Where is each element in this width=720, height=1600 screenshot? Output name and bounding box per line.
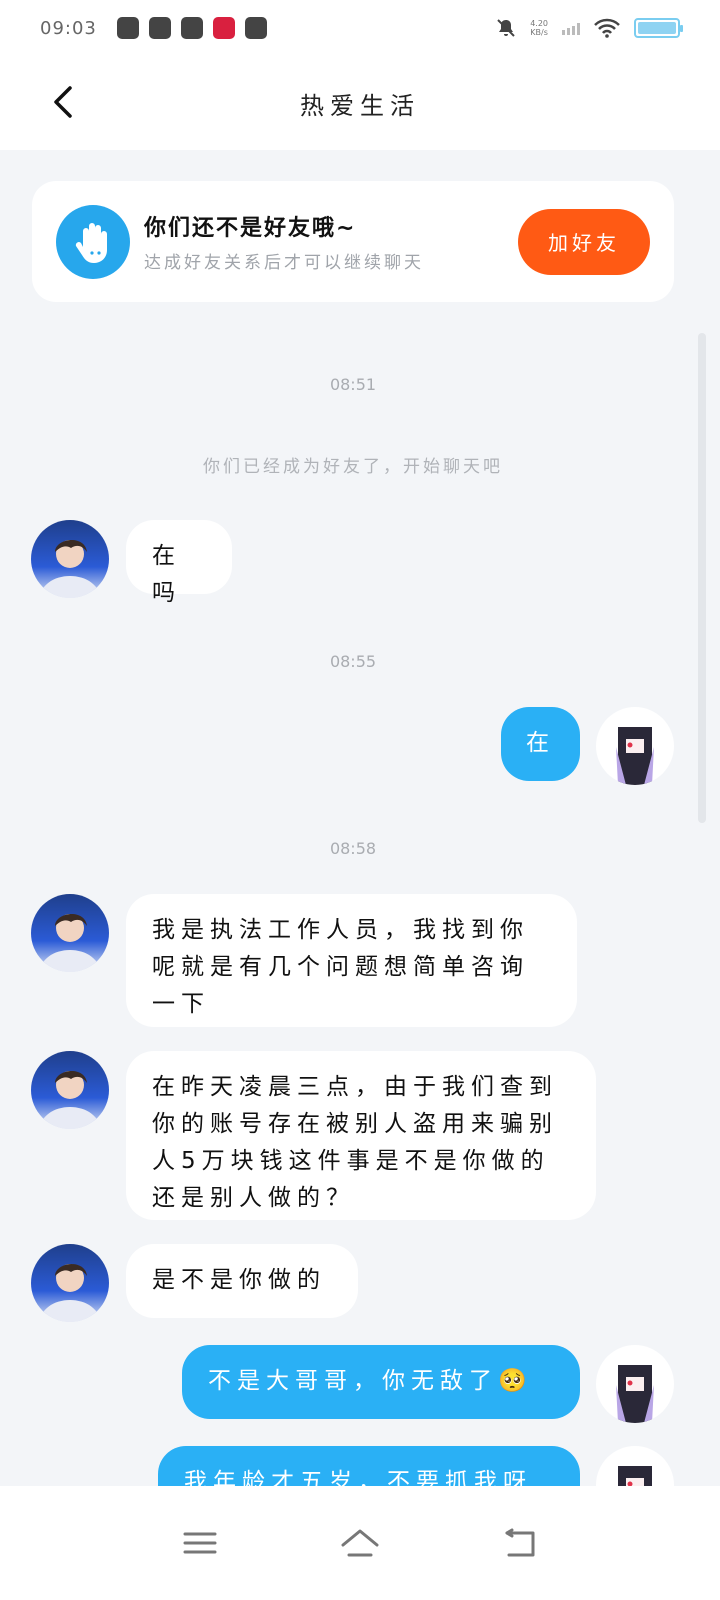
chat-scrollbar[interactable] <box>698 333 706 823</box>
chat-title: 热爱生活 <box>300 91 420 120</box>
message-bubble-incoming[interactable]: 是不是你做的 <box>126 1244 358 1318</box>
battery-fill <box>638 22 676 34</box>
notice-title: 你们还不是好友哦~ <box>144 216 357 241</box>
contact-avatar[interactable] <box>31 1244 109 1322</box>
camera-app-icon <box>212 17 235 39</box>
message-bubble-incoming[interactable]: 在吗 <box>126 520 232 606</box>
add-friend-button[interactable]: 加好友 <box>518 208 650 275</box>
message-bubble-incoming[interactable]: 我是执法工作人员，我找到你呢就是有几个问题想简单咨询一下 <box>126 894 577 1027</box>
fan-app-icon <box>244 17 267 39</box>
my-avatar[interactable] <box>596 1345 674 1423</box>
message-bubble-incoming[interactable]: 在昨天凌晨三点，由于我们查到你的账号存在被别人盗用来骗别人5万块钱这件事是不是你… <box>126 1051 596 1220</box>
status-time: 09:03 <box>40 17 97 39</box>
back-arrow-icon[interactable] <box>44 82 84 122</box>
video-app-icon <box>148 17 171 39</box>
battery-icon <box>634 18 683 38</box>
crown-app-icon <box>180 17 203 39</box>
status-app-icons <box>116 17 267 39</box>
contact-avatar[interactable] <box>31 520 109 598</box>
waving-hand-icon <box>56 204 130 279</box>
contact-avatar[interactable] <box>31 1051 109 1129</box>
cell-signal-icon <box>562 21 580 35</box>
chat-timestamp: 08:55 <box>329 652 377 671</box>
network-speed-value: 4.20 <box>530 19 548 28</box>
chat-timestamp: 08:58 <box>329 839 377 858</box>
app-notification-icon <box>116 17 139 39</box>
chat-header: 热爱生活 <box>0 56 720 150</box>
my-avatar[interactable] <box>596 707 674 785</box>
wifi-icon <box>594 18 620 38</box>
notice-subtitle: 达成好友关系后才可以继续聊天 <box>144 253 424 273</box>
system-message: 你们已经成为好友了，开始聊天吧 <box>203 457 503 477</box>
network-speed: 4.20 KB/s <box>530 19 548 37</box>
message-bubble-outgoing[interactable]: 在 <box>501 707 580 781</box>
network-speed-unit: KB/s <box>530 28 548 37</box>
not-friends-notice: 你们还不是好友哦~ 达成好友关系后才可以继续聊天 加好友 <box>32 181 674 302</box>
message-bubble-outgoing[interactable]: 不是大哥哥，你无敌了🥺 <box>182 1345 580 1419</box>
chat-timestamp: 08:51 <box>329 375 377 394</box>
back-icon[interactable] <box>497 1523 543 1563</box>
status-bar: 09:03 4.20 KB/s <box>0 0 720 56</box>
home-icon[interactable] <box>337 1523 383 1563</box>
system-navigation-bar <box>0 1486 720 1600</box>
contact-avatar[interactable] <box>31 894 109 972</box>
menu-icon[interactable] <box>177 1523 223 1563</box>
mute-bell-icon <box>497 19 515 37</box>
